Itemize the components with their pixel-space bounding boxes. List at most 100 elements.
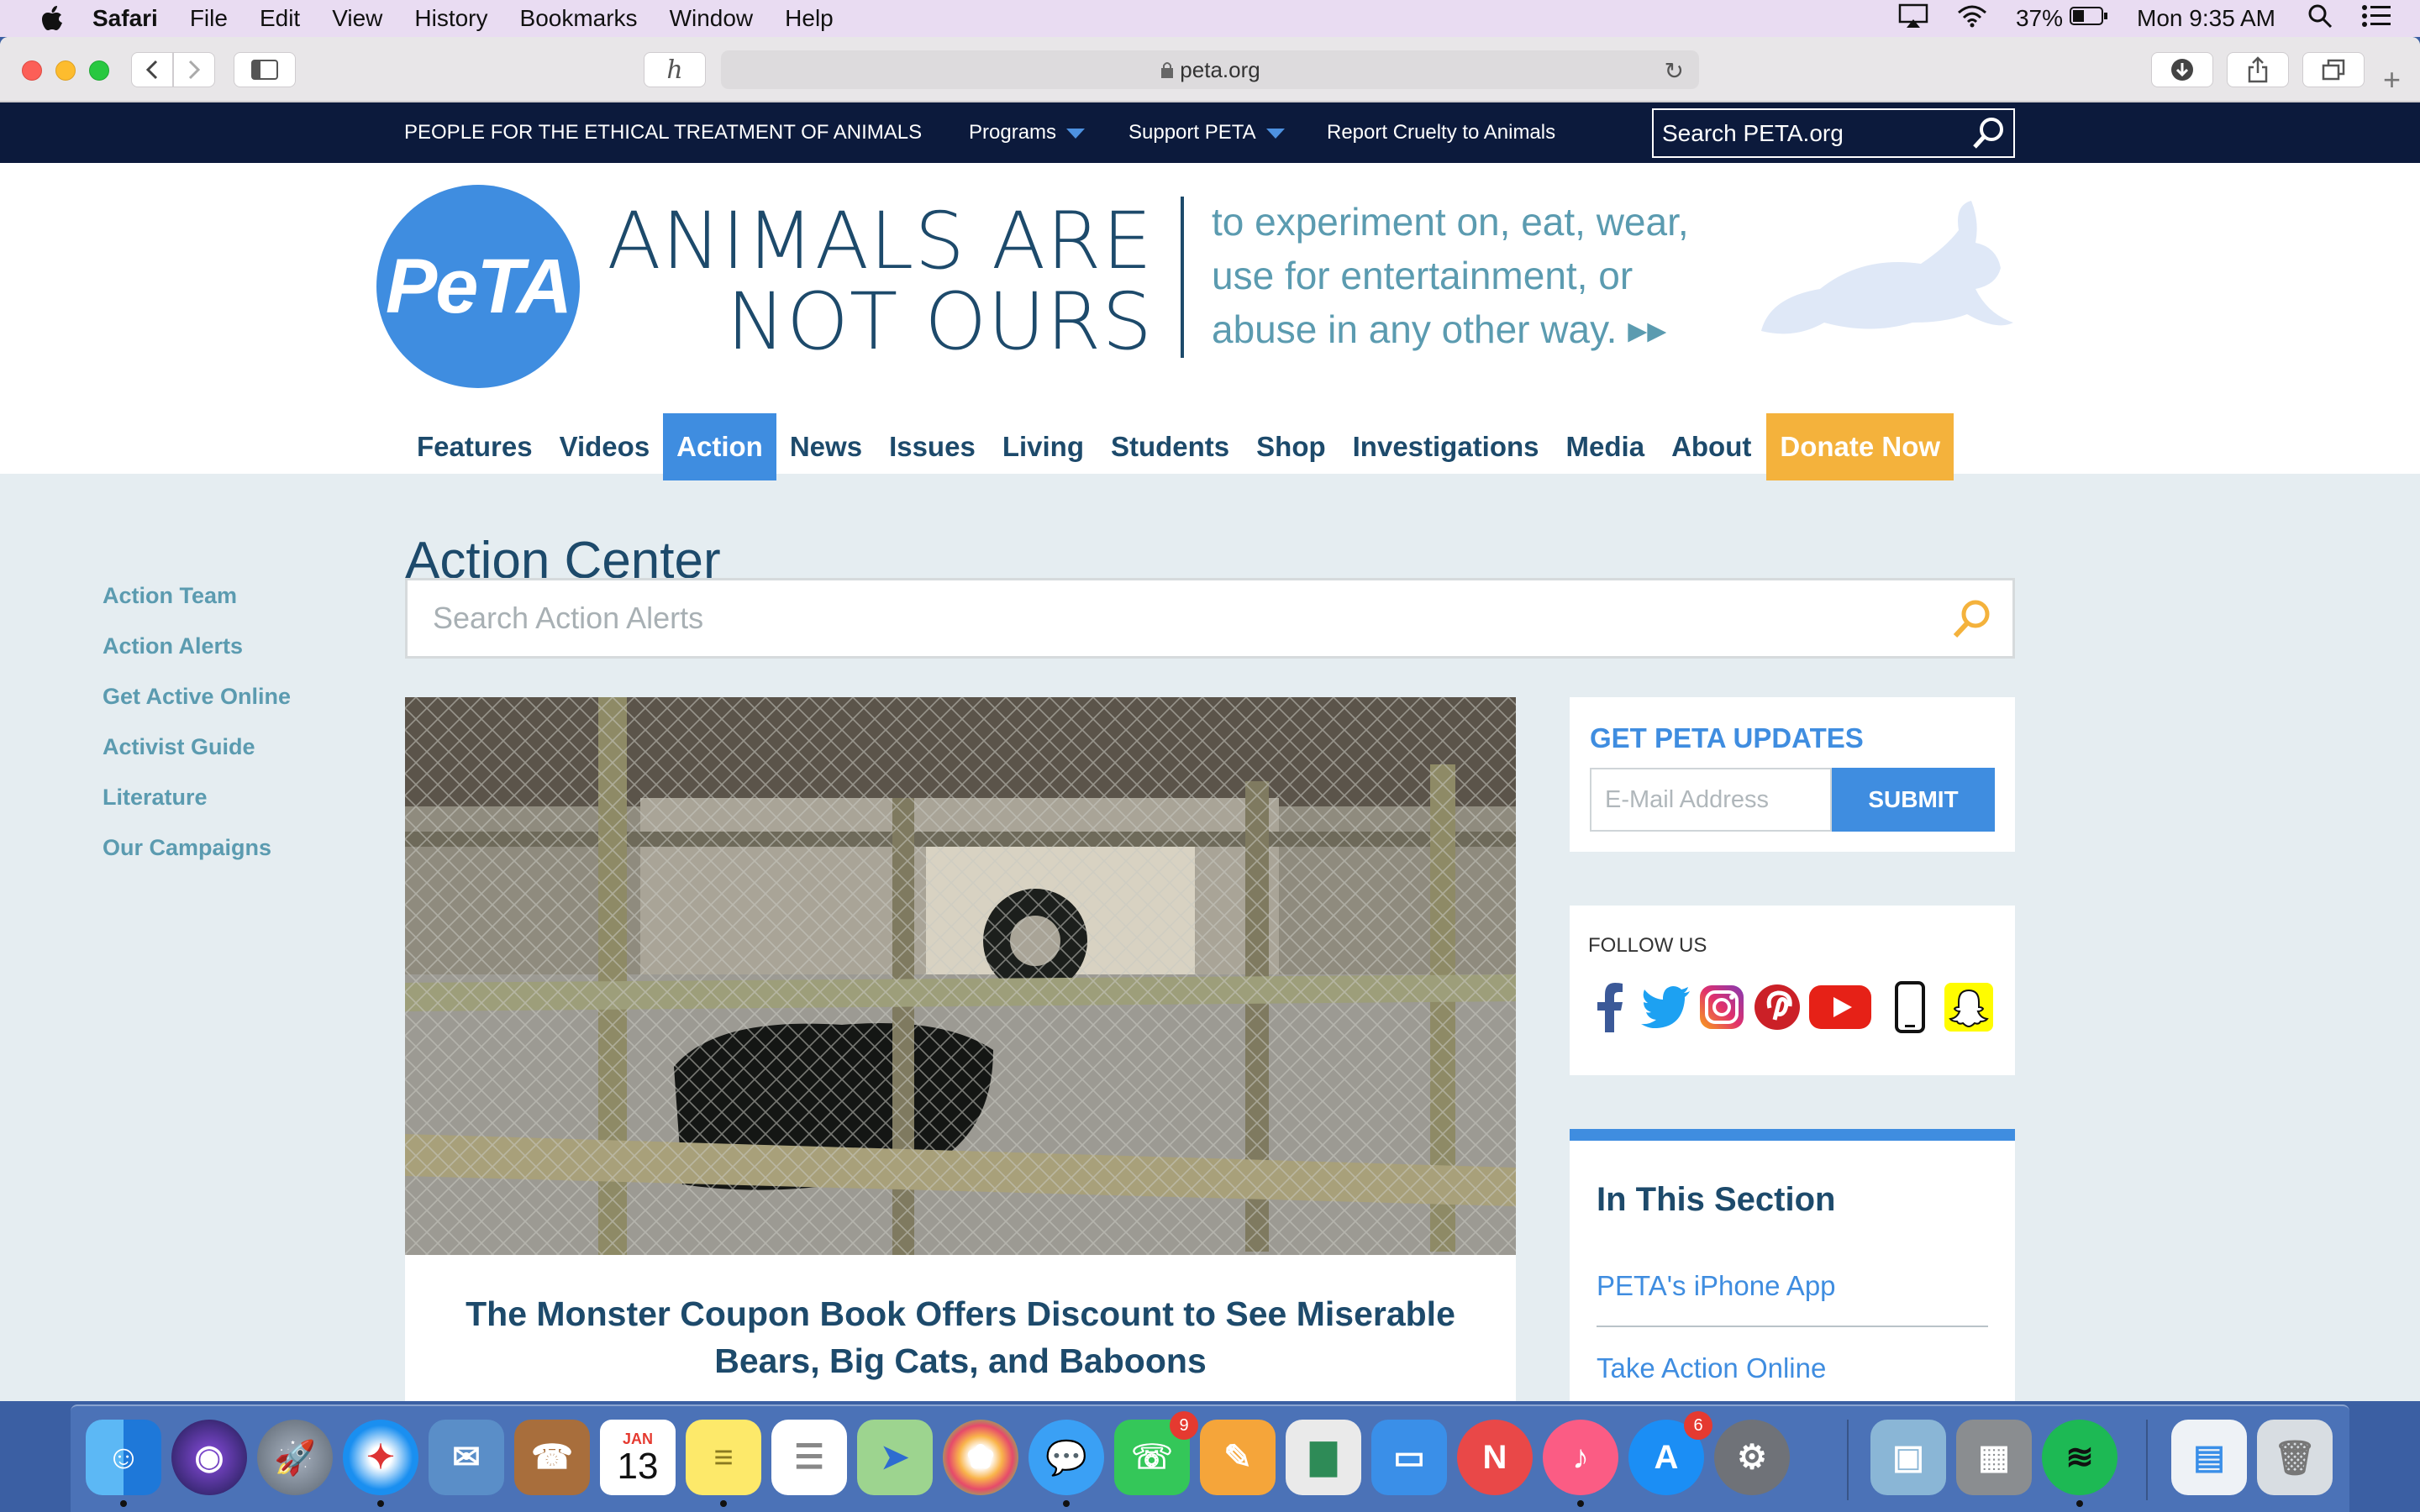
news-icon[interactable]: N xyxy=(1457,1420,1533,1495)
nav-features[interactable]: Features xyxy=(403,413,546,480)
email-field[interactable]: E-Mail Address xyxy=(1590,768,1832,832)
snapchat-icon[interactable] xyxy=(1941,979,1996,1035)
chevron-left-icon xyxy=(145,60,158,80)
menu-file[interactable]: File xyxy=(190,5,228,32)
notification-center-icon[interactable] xyxy=(2361,4,2391,34)
org-name-link[interactable]: PEOPLE FOR THE ETHICAL TREATMENT OF ANIM… xyxy=(404,121,922,144)
app-store-icon[interactable]: A6 xyxy=(1628,1411,1712,1495)
new-tab-plus-icon[interactable]: + xyxy=(2383,62,2401,97)
share-button[interactable] xyxy=(2227,52,2289,87)
tagline-sub-line-3: abuse in any other way. ▸▸ xyxy=(1212,307,1667,351)
spotify-icon[interactable]: ≋ xyxy=(2042,1420,2118,1507)
safari-icon[interactable]: ✦ xyxy=(343,1420,418,1507)
menu-history[interactable]: History xyxy=(414,5,487,32)
sidebar-item-get-active-online[interactable]: Get Active Online xyxy=(103,684,291,734)
nav-about[interactable]: About xyxy=(1658,413,1765,480)
menu-help[interactable]: Help xyxy=(785,5,834,32)
contacts-icon[interactable]: ☎ xyxy=(514,1420,590,1495)
calculator-icon[interactable]: ▦ xyxy=(1956,1420,2032,1495)
macos-menubar: Safari File Edit View History Bookmarks … xyxy=(0,0,2420,37)
site-search-input[interactable]: Search PETA.org xyxy=(1652,108,2015,158)
calendar-icon[interactable]: JAN 13 xyxy=(600,1420,676,1495)
airplay-icon[interactable] xyxy=(1898,3,1928,34)
preview-icon[interactable]: ▣ xyxy=(1870,1420,1946,1495)
downloads-button[interactable] xyxy=(2151,52,2213,87)
downloads-stack-icon[interactable]: ▤ xyxy=(2171,1420,2247,1495)
numbers-icon[interactable]: ▇ xyxy=(1286,1420,1361,1495)
report-cruelty-link[interactable]: Report Cruelty to Animals xyxy=(1327,121,1555,144)
article-card[interactable]: The Monster Coupon Book Offers Discount … xyxy=(405,1255,1516,1401)
support-menu[interactable]: Support PETA xyxy=(1128,121,1285,144)
tabs-overview-button[interactable] xyxy=(2302,52,2365,87)
maps-icon[interactable]: ➤ xyxy=(857,1420,933,1495)
menu-bookmarks[interactable]: Bookmarks xyxy=(520,5,638,32)
facebook-icon[interactable] xyxy=(1581,979,1637,1035)
minimize-window-button[interactable] xyxy=(55,60,76,81)
nav-action[interactable]: Action xyxy=(663,413,776,480)
clock[interactable]: Mon 9:35 AM xyxy=(2137,5,2275,32)
reminders-icon[interactable]: ☰ xyxy=(771,1420,847,1495)
nav-news[interactable]: News xyxy=(776,413,876,480)
section-link-iphone-app[interactable]: PETA's iPhone App xyxy=(1597,1270,1836,1302)
facetime-icon[interactable]: ☏ 9 xyxy=(1114,1411,1198,1495)
youtube-icon[interactable] xyxy=(1807,979,1874,1035)
search-icon[interactable] xyxy=(1950,597,1994,648)
siri-icon[interactable]: ◉ xyxy=(171,1420,247,1495)
pinterest-icon[interactable] xyxy=(1749,979,1805,1035)
back-button[interactable] xyxy=(131,52,173,87)
sidebar-item-action-alerts[interactable]: Action Alerts xyxy=(103,633,291,684)
menu-app-name[interactable]: Safari xyxy=(92,5,158,32)
article-image[interactable] xyxy=(405,697,1516,1255)
pages-icon[interactable]: ✎ xyxy=(1200,1420,1276,1495)
messages-icon[interactable]: 💬 xyxy=(1028,1420,1104,1507)
programs-menu[interactable]: Programs xyxy=(969,121,1086,144)
submit-button[interactable]: SUBMIT xyxy=(1832,768,1995,832)
nav-investigations[interactable]: Investigations xyxy=(1339,413,1553,480)
sidebar-item-literature[interactable]: Literature xyxy=(103,785,291,835)
email-placeholder: E-Mail Address xyxy=(1605,785,1770,813)
nav-issues[interactable]: Issues xyxy=(876,413,989,480)
spotlight-search-icon[interactable] xyxy=(2307,3,2333,34)
nav-living[interactable]: Living xyxy=(989,413,1097,480)
finder-icon[interactable]: ☺ xyxy=(86,1420,161,1507)
music-icon[interactable]: ♪ xyxy=(1543,1420,1618,1507)
address-bar[interactable]: peta.org ↻ xyxy=(721,50,1699,89)
donate-now-button[interactable]: Donate Now xyxy=(1766,413,1954,480)
site-header: PeTA ANIMALS ARE NOT OURS to experiment … xyxy=(0,163,2420,480)
menu-view[interactable]: View xyxy=(332,5,382,32)
sidebar-item-action-team[interactable]: Action Team xyxy=(103,583,291,633)
reload-icon[interactable]: ↻ xyxy=(1665,57,1684,85)
instagram-icon[interactable] xyxy=(1694,979,1749,1035)
nav-shop[interactable]: Shop xyxy=(1243,413,1339,480)
sidebar-toggle-button[interactable] xyxy=(234,52,296,87)
sidebar-item-our-campaigns[interactable]: Our Campaigns xyxy=(103,835,291,885)
section-link-take-action-online[interactable]: Take Action Online xyxy=(1597,1352,1826,1384)
trash-icon[interactable]: 🗑 xyxy=(2257,1420,2333,1495)
nav-videos[interactable]: Videos xyxy=(546,413,664,480)
wifi-icon[interactable] xyxy=(1957,4,1987,34)
system-preferences-icon[interactable]: ⚙ xyxy=(1714,1420,1790,1495)
main-nav: Features Videos Action News Issues Livin… xyxy=(403,413,1954,480)
mail-icon[interactable]: ✉ xyxy=(429,1420,504,1495)
launchpad-icon[interactable]: 🚀 xyxy=(257,1420,333,1495)
menu-window[interactable]: Window xyxy=(670,5,754,32)
apple-menu-icon[interactable] xyxy=(34,0,71,37)
nav-media[interactable]: Media xyxy=(1553,413,1659,480)
nav-students[interactable]: Students xyxy=(1097,413,1243,480)
extension-button[interactable]: h xyxy=(644,52,706,87)
menu-edit[interactable]: Edit xyxy=(260,5,300,32)
twitter-icon[interactable] xyxy=(1639,979,1694,1035)
zoom-window-button[interactable] xyxy=(89,60,109,81)
action-alerts-search-input[interactable]: Search Action Alerts xyxy=(405,578,2015,659)
mobile-app-icon[interactable] xyxy=(1882,979,1938,1035)
sidebar-item-activist-guide[interactable]: Activist Guide xyxy=(103,734,291,785)
battery-icon[interactable] xyxy=(2070,5,2108,32)
close-window-button[interactable] xyxy=(22,60,42,81)
notes-icon[interactable]: ≡ xyxy=(686,1420,761,1507)
keynote-icon[interactable]: ▭ xyxy=(1371,1420,1447,1495)
photos-icon[interactable]: ✿ xyxy=(943,1420,1018,1495)
peta-logo[interactable]: PeTA xyxy=(376,185,580,388)
forward-button[interactable] xyxy=(173,52,215,87)
article-title[interactable]: The Monster Coupon Book Offers Discount … xyxy=(455,1290,1465,1384)
search-icon[interactable] xyxy=(1971,115,2007,156)
